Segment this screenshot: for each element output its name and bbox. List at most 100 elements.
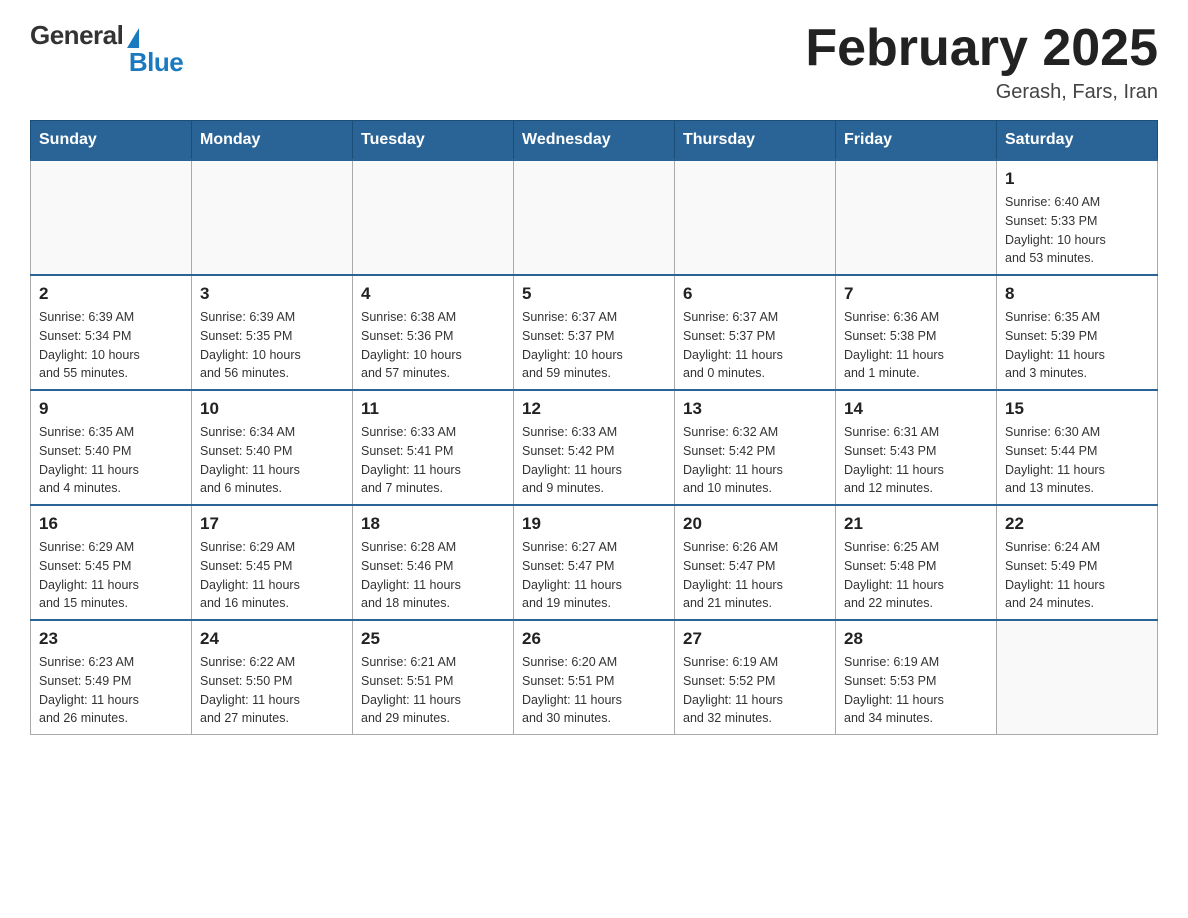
day-info: Sunrise: 6:26 AM Sunset: 5:47 PM Dayligh… <box>683 538 827 613</box>
day-info: Sunrise: 6:20 AM Sunset: 5:51 PM Dayligh… <box>522 653 666 728</box>
day-number: 1 <box>1005 169 1149 189</box>
day-info: Sunrise: 6:35 AM Sunset: 5:39 PM Dayligh… <box>1005 308 1149 383</box>
day-info: Sunrise: 6:39 AM Sunset: 5:34 PM Dayligh… <box>39 308 183 383</box>
table-row <box>997 620 1158 735</box>
table-row: 1 Sunrise: 6:40 AM Sunset: 5:33 PM Daylig… <box>997 160 1158 275</box>
table-row: 2 Sunrise: 6:39 AM Sunset: 5:34 PM Daylig… <box>31 275 192 390</box>
day-info: Sunrise: 6:38 AM Sunset: 5:36 PM Dayligh… <box>361 308 505 383</box>
day-info: Sunrise: 6:34 AM Sunset: 5:40 PM Dayligh… <box>200 423 344 498</box>
table-row: 18 Sunrise: 6:28 AM Sunset: 5:46 PM Dayli… <box>353 505 514 620</box>
table-row <box>675 160 836 275</box>
day-info: Sunrise: 6:22 AM Sunset: 5:50 PM Dayligh… <box>200 653 344 728</box>
calendar-week-row: 9 Sunrise: 6:35 AM Sunset: 5:40 PM Daylig… <box>31 390 1158 505</box>
day-number: 24 <box>200 629 344 649</box>
day-number: 19 <box>522 514 666 534</box>
day-number: 2 <box>39 284 183 304</box>
calendar-week-row: 2 Sunrise: 6:39 AM Sunset: 5:34 PM Daylig… <box>31 275 1158 390</box>
day-info: Sunrise: 6:40 AM Sunset: 5:33 PM Dayligh… <box>1005 193 1149 268</box>
calendar-title: February 2025 <box>805 20 1158 77</box>
day-info: Sunrise: 6:29 AM Sunset: 5:45 PM Dayligh… <box>39 538 183 613</box>
header-monday: Monday <box>192 121 353 161</box>
day-number: 11 <box>361 399 505 419</box>
table-row: 4 Sunrise: 6:38 AM Sunset: 5:36 PM Daylig… <box>353 275 514 390</box>
table-row: 7 Sunrise: 6:36 AM Sunset: 5:38 PM Daylig… <box>836 275 997 390</box>
calendar-table: Sunday Monday Tuesday Wednesday Thursday… <box>30 120 1158 735</box>
calendar-week-row: 16Sunrise: 6:29 AM Sunset: 5:45 PM Dayli… <box>31 505 1158 620</box>
calendar-week-row: 23Sunrise: 6:23 AM Sunset: 5:49 PM Dayli… <box>31 620 1158 735</box>
header-tuesday: Tuesday <box>353 121 514 161</box>
table-row: 14 Sunrise: 6:31 AM Sunset: 5:43 PM Dayli… <box>836 390 997 505</box>
day-number: 8 <box>1005 284 1149 304</box>
table-row: 28Sunrise: 6:19 AM Sunset: 5:53 PM Dayli… <box>836 620 997 735</box>
logo-triangle-icon <box>127 28 139 48</box>
day-info: Sunrise: 6:33 AM Sunset: 5:41 PM Dayligh… <box>361 423 505 498</box>
day-info: Sunrise: 6:27 AM Sunset: 5:47 PM Dayligh… <box>522 538 666 613</box>
table-row: 19 Sunrise: 6:27 AM Sunset: 5:47 PM Dayli… <box>514 505 675 620</box>
day-number: 26 <box>522 629 666 649</box>
table-row: 24 Sunrise: 6:22 AM Sunset: 5:50 PM Dayli… <box>192 620 353 735</box>
table-row <box>31 160 192 275</box>
table-row: 10 Sunrise: 6:34 AM Sunset: 5:40 PM Dayli… <box>192 390 353 505</box>
logo: General General Blue <box>30 20 183 78</box>
day-info: Sunrise: 6:37 AM Sunset: 5:37 PM Dayligh… <box>522 308 666 383</box>
day-info: Sunrise: 6:35 AM Sunset: 5:40 PM Dayligh… <box>39 423 183 498</box>
day-info: Sunrise: 6:36 AM Sunset: 5:38 PM Dayligh… <box>844 308 988 383</box>
table-row: 20 Sunrise: 6:26 AM Sunset: 5:47 PM Dayli… <box>675 505 836 620</box>
day-info: Sunrise: 6:37 AM Sunset: 5:37 PM Dayligh… <box>683 308 827 383</box>
day-number: 14 <box>844 399 988 419</box>
day-number: 7 <box>844 284 988 304</box>
day-info: Sunrise: 6:28 AM Sunset: 5:46 PM Dayligh… <box>361 538 505 613</box>
table-row: 8 Sunrise: 6:35 AM Sunset: 5:39 PM Daylig… <box>997 275 1158 390</box>
day-info: Sunrise: 6:21 AM Sunset: 5:51 PM Dayligh… <box>361 653 505 728</box>
table-row: 9 Sunrise: 6:35 AM Sunset: 5:40 PM Daylig… <box>31 390 192 505</box>
header-sunday: Sunday <box>31 121 192 161</box>
weekday-header-row: Sunday Monday Tuesday Wednesday Thursday… <box>31 121 1158 161</box>
day-number: 18 <box>361 514 505 534</box>
title-area: February 2025 Gerash, Fars, Iran <box>805 20 1158 104</box>
day-number: 21 <box>844 514 988 534</box>
table-row: 13 Sunrise: 6:32 AM Sunset: 5:42 PM Dayli… <box>675 390 836 505</box>
table-row <box>836 160 997 275</box>
table-row <box>353 160 514 275</box>
day-info: Sunrise: 6:19 AM Sunset: 5:53 PM Dayligh… <box>844 653 988 728</box>
table-row: 6 Sunrise: 6:37 AM Sunset: 5:37 PM Daylig… <box>675 275 836 390</box>
table-row: 5 Sunrise: 6:37 AM Sunset: 5:37 PM Daylig… <box>514 275 675 390</box>
table-row: 17Sunrise: 6:29 AM Sunset: 5:45 PM Dayli… <box>192 505 353 620</box>
day-number: 27 <box>683 629 827 649</box>
table-row <box>514 160 675 275</box>
table-row: 11 Sunrise: 6:33 AM Sunset: 5:41 PM Dayli… <box>353 390 514 505</box>
day-number: 3 <box>200 284 344 304</box>
day-number: 10 <box>200 399 344 419</box>
table-row: 27 Sunrise: 6:19 AM Sunset: 5:52 PM Dayli… <box>675 620 836 735</box>
table-row: 21Sunrise: 6:25 AM Sunset: 5:48 PM Dayli… <box>836 505 997 620</box>
calendar-week-row: 1 Sunrise: 6:40 AM Sunset: 5:33 PM Daylig… <box>31 160 1158 275</box>
day-number: 23 <box>39 629 183 649</box>
logo-blue-text: Blue <box>129 47 183 78</box>
day-info: Sunrise: 6:31 AM Sunset: 5:43 PM Dayligh… <box>844 423 988 498</box>
table-row: 26 Sunrise: 6:20 AM Sunset: 5:51 PM Dayli… <box>514 620 675 735</box>
table-row: 23Sunrise: 6:23 AM Sunset: 5:49 PM Dayli… <box>31 620 192 735</box>
header-thursday: Thursday <box>675 121 836 161</box>
day-number: 6 <box>683 284 827 304</box>
table-row: 15 Sunrise: 6:30 AM Sunset: 5:44 PM Dayli… <box>997 390 1158 505</box>
table-row: 3Sunrise: 6:39 AM Sunset: 5:35 PM Daylig… <box>192 275 353 390</box>
table-row: 25 Sunrise: 6:21 AM Sunset: 5:51 PM Dayli… <box>353 620 514 735</box>
header-saturday: Saturday <box>997 121 1158 161</box>
table-row: 12Sunrise: 6:33 AM Sunset: 5:42 PM Dayli… <box>514 390 675 505</box>
day-info: Sunrise: 6:32 AM Sunset: 5:42 PM Dayligh… <box>683 423 827 498</box>
day-number: 25 <box>361 629 505 649</box>
table-row: 16Sunrise: 6:29 AM Sunset: 5:45 PM Dayli… <box>31 505 192 620</box>
header-wednesday: Wednesday <box>514 121 675 161</box>
day-info: Sunrise: 6:33 AM Sunset: 5:42 PM Dayligh… <box>522 423 666 498</box>
day-number: 13 <box>683 399 827 419</box>
day-info: Sunrise: 6:30 AM Sunset: 5:44 PM Dayligh… <box>1005 423 1149 498</box>
day-number: 4 <box>361 284 505 304</box>
day-number: 5 <box>522 284 666 304</box>
day-number: 9 <box>39 399 183 419</box>
header-friday: Friday <box>836 121 997 161</box>
day-info: Sunrise: 6:29 AM Sunset: 5:45 PM Dayligh… <box>200 538 344 613</box>
day-info: Sunrise: 6:19 AM Sunset: 5:52 PM Dayligh… <box>683 653 827 728</box>
day-number: 15 <box>1005 399 1149 419</box>
calendar-subtitle: Gerash, Fars, Iran <box>805 81 1158 104</box>
day-number: 20 <box>683 514 827 534</box>
